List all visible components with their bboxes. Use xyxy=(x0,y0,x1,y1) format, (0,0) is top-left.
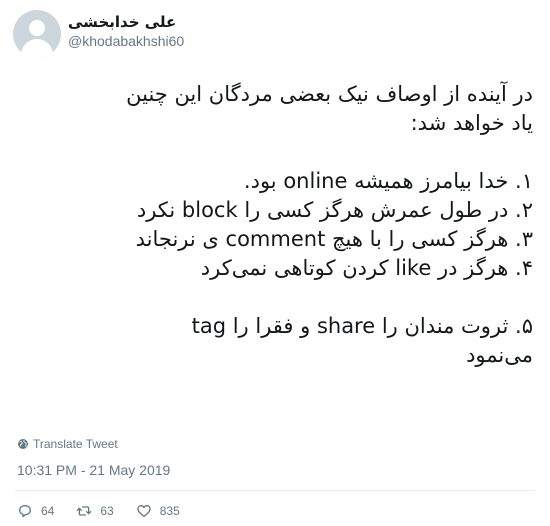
avatar[interactable] xyxy=(13,10,61,58)
tweet-line: ۳. هرگز کسی را با هیچ comment ی نرنجاند xyxy=(135,227,533,251)
display-name[interactable]: علی خدابخشی xyxy=(68,13,176,31)
like-button[interactable]: 835 xyxy=(136,503,180,519)
tweet-line: ۵. ثروت مندان را share و فقرا را tag xyxy=(191,314,533,338)
tweet-text: در آینده از اوصاف نیک بعضی مردگان این چن… xyxy=(15,80,533,370)
user-handle[interactable]: @khodabakhshi60 xyxy=(68,33,184,49)
reply-icon xyxy=(19,505,31,518)
retweet-button[interactable]: 63 xyxy=(76,503,114,519)
translate-tweet-link[interactable]: Translate Tweet xyxy=(17,437,118,451)
tweet-line: می‌نمود xyxy=(466,343,533,367)
retweet-count: 63 xyxy=(100,504,114,518)
tweet-line: ۱. خدا بیامرز همیشه online بود. xyxy=(243,169,533,193)
divider xyxy=(15,490,535,491)
heart-icon xyxy=(137,505,151,517)
like-count: 835 xyxy=(159,504,180,518)
tweet-line: ۲. در طول عمرش هرگز کسی را block نکرد xyxy=(136,198,533,222)
avatar-head xyxy=(29,20,45,36)
translate-label: Translate Tweet xyxy=(33,437,118,451)
reply-button[interactable]: 64 xyxy=(17,503,54,519)
retweet-icon xyxy=(77,506,92,516)
tweet-line: ۴. هرگز در like کردن کوتاهی نمی‌کرد xyxy=(200,256,533,280)
tweet-actions: 64 63 835 xyxy=(17,503,202,519)
reply-count: 64 xyxy=(41,504,55,518)
tweet-line: در آینده از اوصاف نیک بعضی مردگان این چن… xyxy=(126,82,533,106)
tweet-timestamp[interactable]: 10:31 PM - 21 May 2019 xyxy=(17,462,170,478)
avatar-body xyxy=(21,39,53,58)
tweet-line: یاد خواهد شد: xyxy=(410,111,533,135)
globe-icon xyxy=(18,439,28,449)
